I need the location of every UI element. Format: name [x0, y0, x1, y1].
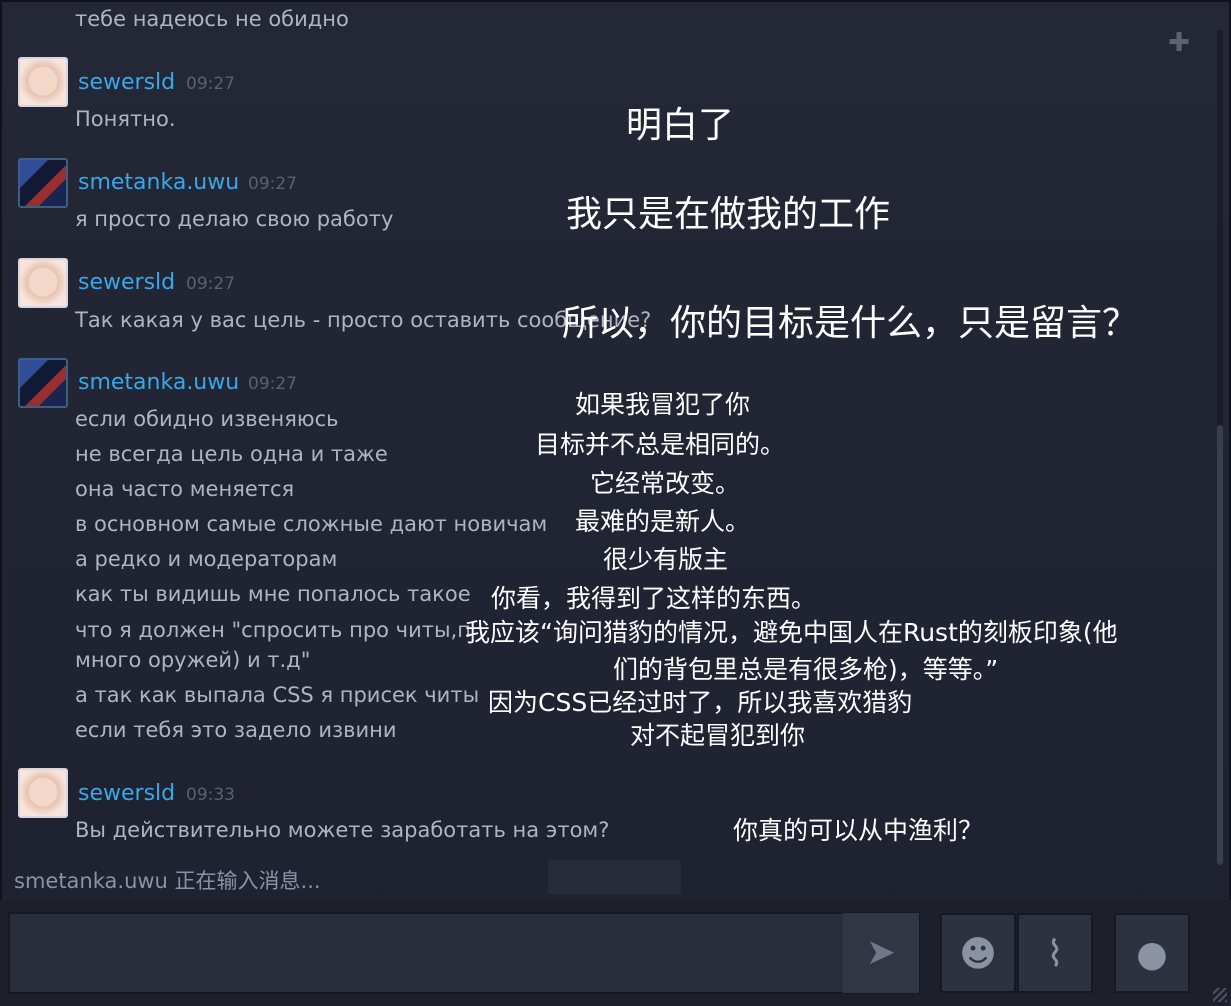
message-line: а так как выпала CSS я присек читы: [75, 683, 480, 707]
avatar[interactable]: [18, 57, 68, 107]
jump-to-latest-button[interactable]: [548, 860, 681, 894]
resize-grip[interactable]: [1213, 988, 1227, 1002]
add-friend-icon[interactable]: ✚: [1158, 22, 1200, 64]
username[interactable]: sewersld: [78, 70, 175, 95]
typing-indicator: smetanka.uwu 正在输入消息...: [14, 869, 321, 893]
translation-overlay: 它经常改变。: [590, 469, 741, 498]
username[interactable]: sewersld: [78, 781, 175, 806]
message-line: Вы действительно можете заработать на эт…: [75, 818, 610, 842]
timestamp: 09:33: [186, 785, 235, 805]
translation-overlay: 所以，你的目标是什么，只是留言？: [562, 303, 1139, 344]
translation-overlay: 很少有版主: [603, 545, 729, 574]
chat-log: ✚ тебе надеюсь не обидно sewersld 09:27 …: [0, 0, 1231, 900]
message-line: что я должен "спросить про читы,п: [75, 618, 471, 642]
timestamp: 09:27: [248, 174, 297, 194]
message-line: как ты видишь мне попалось такое: [75, 582, 471, 606]
translation-overlay: 们的背包里总是有很多枪)，等等。”: [613, 655, 999, 684]
message-line: если тебя это задело извини: [75, 718, 397, 742]
message-line: я просто делаю свою работу: [75, 207, 394, 231]
translation-overlay: 你看，我得到了这样的东西。: [491, 584, 817, 613]
message-line: она часто меняется: [75, 477, 295, 501]
paperclip-icon[interactable]: ⌇: [1017, 913, 1093, 993]
scrollbar-thumb[interactable]: [1217, 425, 1223, 865]
translation-overlay: 如果我冒犯了你: [575, 390, 751, 419]
message-line: тебе надеюсь не обидно: [75, 7, 349, 31]
timestamp: 09:27: [186, 274, 235, 294]
message-input[interactable]: [8, 912, 920, 994]
microphone-icon[interactable]: ●: [1114, 913, 1190, 993]
send-icon[interactable]: ➤: [843, 913, 919, 993]
translation-overlay: 目标并不总是相同的。: [535, 430, 786, 459]
username[interactable]: smetanka.uwu: [78, 170, 239, 195]
translation-overlay: 因为CSS已经过时了，所以我喜欢猎豹: [488, 688, 913, 717]
message-line: а редко и модераторам: [75, 547, 338, 571]
message-line: в основном самые сложные дают новичам: [75, 512, 548, 536]
avatar[interactable]: [18, 768, 68, 818]
translation-overlay: 我只是在做我的工作: [566, 194, 891, 235]
message-line: Понятно.: [75, 107, 176, 131]
translation-overlay: 明白了: [626, 105, 735, 146]
username[interactable]: smetanka.uwu: [78, 370, 239, 395]
avatar[interactable]: [18, 258, 68, 308]
timestamp: 09:27: [186, 74, 235, 94]
emoji-icon[interactable]: ☻: [940, 913, 1016, 993]
message-line: не всегда цель одна и таже: [75, 442, 388, 466]
timestamp: 09:27: [248, 374, 297, 394]
message-line: много оружей) и т.д": [75, 648, 311, 672]
translation-overlay: 你真的可以从中渔利？: [733, 816, 984, 845]
avatar[interactable]: [18, 358, 68, 408]
message-line: если обидно извеняюсь: [75, 407, 339, 431]
avatar[interactable]: [18, 158, 68, 208]
translation-overlay: 我应该“询问猎豹的情况，避免中国人在Rust的刻板印象(他: [465, 618, 1118, 647]
username[interactable]: sewersld: [78, 270, 175, 295]
translation-overlay: 最难的是新人。: [575, 507, 751, 536]
translation-overlay: 对不起冒犯到你: [630, 721, 806, 750]
